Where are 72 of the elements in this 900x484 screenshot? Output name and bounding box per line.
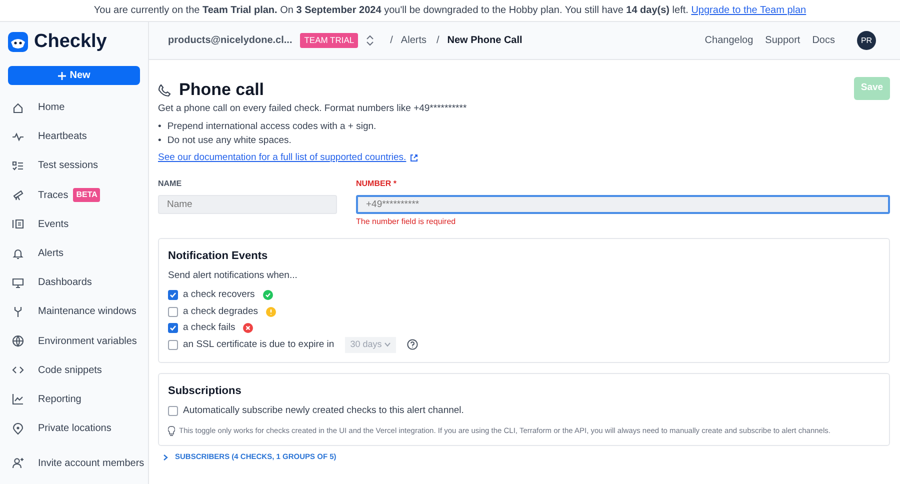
breadcrumb-separator: /: [390, 34, 393, 48]
number-field[interactable]: +49**********: [356, 195, 890, 214]
pulse-icon: [12, 130, 24, 143]
plan-badge: TEAM TRIAL: [300, 33, 358, 48]
bullet-marker: •: [158, 120, 162, 134]
checkbox[interactable]: [168, 340, 178, 350]
sidebar-item[interactable]: Alerts: [8, 238, 140, 268]
field-label: NAME: [158, 178, 183, 190]
sidebar-item[interactable]: Private locations: [8, 414, 140, 444]
bullet-text: Do not use any white spaces.: [167, 134, 292, 148]
location-pin-icon: [12, 422, 24, 435]
bullet-marker: •: [158, 134, 162, 148]
checkbox[interactable]: [168, 290, 178, 300]
sidebar-item[interactable]: Code snippets: [8, 356, 140, 385]
bell-icon: [12, 248, 24, 260]
chevron-down-icon: [384, 342, 392, 348]
new-button[interactable]: New: [8, 66, 140, 85]
account-name[interactable]: products@nicelydone.cl...: [168, 33, 292, 48]
upgrade-link[interactable]: Upgrade to the Team plan: [691, 5, 806, 16]
chart-icon: [12, 393, 24, 406]
help-icon[interactable]: [407, 339, 418, 350]
checkbox[interactable]: [168, 306, 178, 317]
plus-icon: [58, 72, 66, 80]
trial-notice: You are currently on the Team Trial plan. On 3 September 2024 you'll be downgraded to the Hobby plan. You still have 14 day(s) left.: [94, 5, 688, 16]
sidebar-item[interactable]: Reporting: [8, 384, 140, 414]
globe-icon: [12, 335, 24, 348]
name-field[interactable]: Name: [158, 195, 337, 214]
sidebar-item[interactable]: Home: [8, 93, 140, 122]
add-user-icon: [12, 457, 24, 470]
panel-title: Notification Events: [168, 249, 269, 264]
documentation-link[interactable]: See our documentation for a full list of supported countries.: [158, 151, 406, 166]
sidebar-item[interactable]: Test sessions: [8, 151, 140, 181]
panel-title: Subscriptions: [168, 384, 242, 400]
description-text: Get a phone call on every failed check. Format numbers like +49**********: [158, 102, 468, 116]
checklist-icon: [12, 160, 24, 172]
sidebar-item[interactable]: Environment variables: [8, 326, 140, 356]
header-link[interactable]: Docs: [812, 33, 835, 48]
external-link-icon: [410, 154, 418, 162]
checkbox-label: a check degrades: [183, 304, 258, 319]
breadcrumb-separator: /: [436, 34, 440, 48]
field-label: NUMBER *: [356, 178, 398, 190]
checkbox-label: Automatically subscribe newly created checks to this alert channel.: [183, 404, 464, 418]
chevron-updown-icon[interactable]: [366, 35, 374, 46]
list-icon: [12, 218, 24, 230]
chevron-right-icon: [162, 454, 168, 461]
brand-name: Checkly: [34, 30, 107, 54]
page-title: Phone call: [179, 80, 264, 100]
header-link[interactable]: Changelog: [704, 33, 754, 48]
breadcrumb-link[interactable]: Alerts: [400, 33, 426, 48]
monitor-icon: [12, 276, 24, 289]
checkbox-label: a check recovers: [183, 288, 255, 302]
sidebar-item[interactable]: Heartbeats: [8, 122, 140, 152]
sidebar-item[interactable]: Traces BETA: [8, 180, 140, 210]
checkbox[interactable]: [168, 323, 178, 334]
phone-icon: [158, 84, 171, 97]
breadcrumb-current: New Phone Call: [447, 34, 522, 48]
sidebar-item[interactable]: Events: [8, 210, 140, 239]
checkbox-label: a check fails: [183, 321, 236, 336]
beta-badge: BETA: [73, 188, 100, 202]
telescope-icon: [12, 189, 24, 202]
checkbox[interactable]: [168, 406, 178, 416]
home-icon: [12, 102, 24, 114]
sidebar-item[interactable]: Dashboards: [8, 268, 140, 298]
error-message: The number field is required: [356, 216, 457, 228]
checkbox-label: an SSL certificate is due to expire in: [183, 338, 334, 352]
lightbulb-icon: [168, 426, 175, 436]
sidebar-item[interactable]: Maintenance windows: [8, 297, 140, 326]
bullet-text: Prepend international access codes with a + sign.: [167, 120, 376, 134]
user-avatar[interactable]: PR: [857, 31, 876, 50]
panel-subtitle: Send alert notifications when...: [168, 268, 298, 283]
header-link[interactable]: Support: [765, 33, 800, 48]
logo-icon: [8, 32, 28, 52]
